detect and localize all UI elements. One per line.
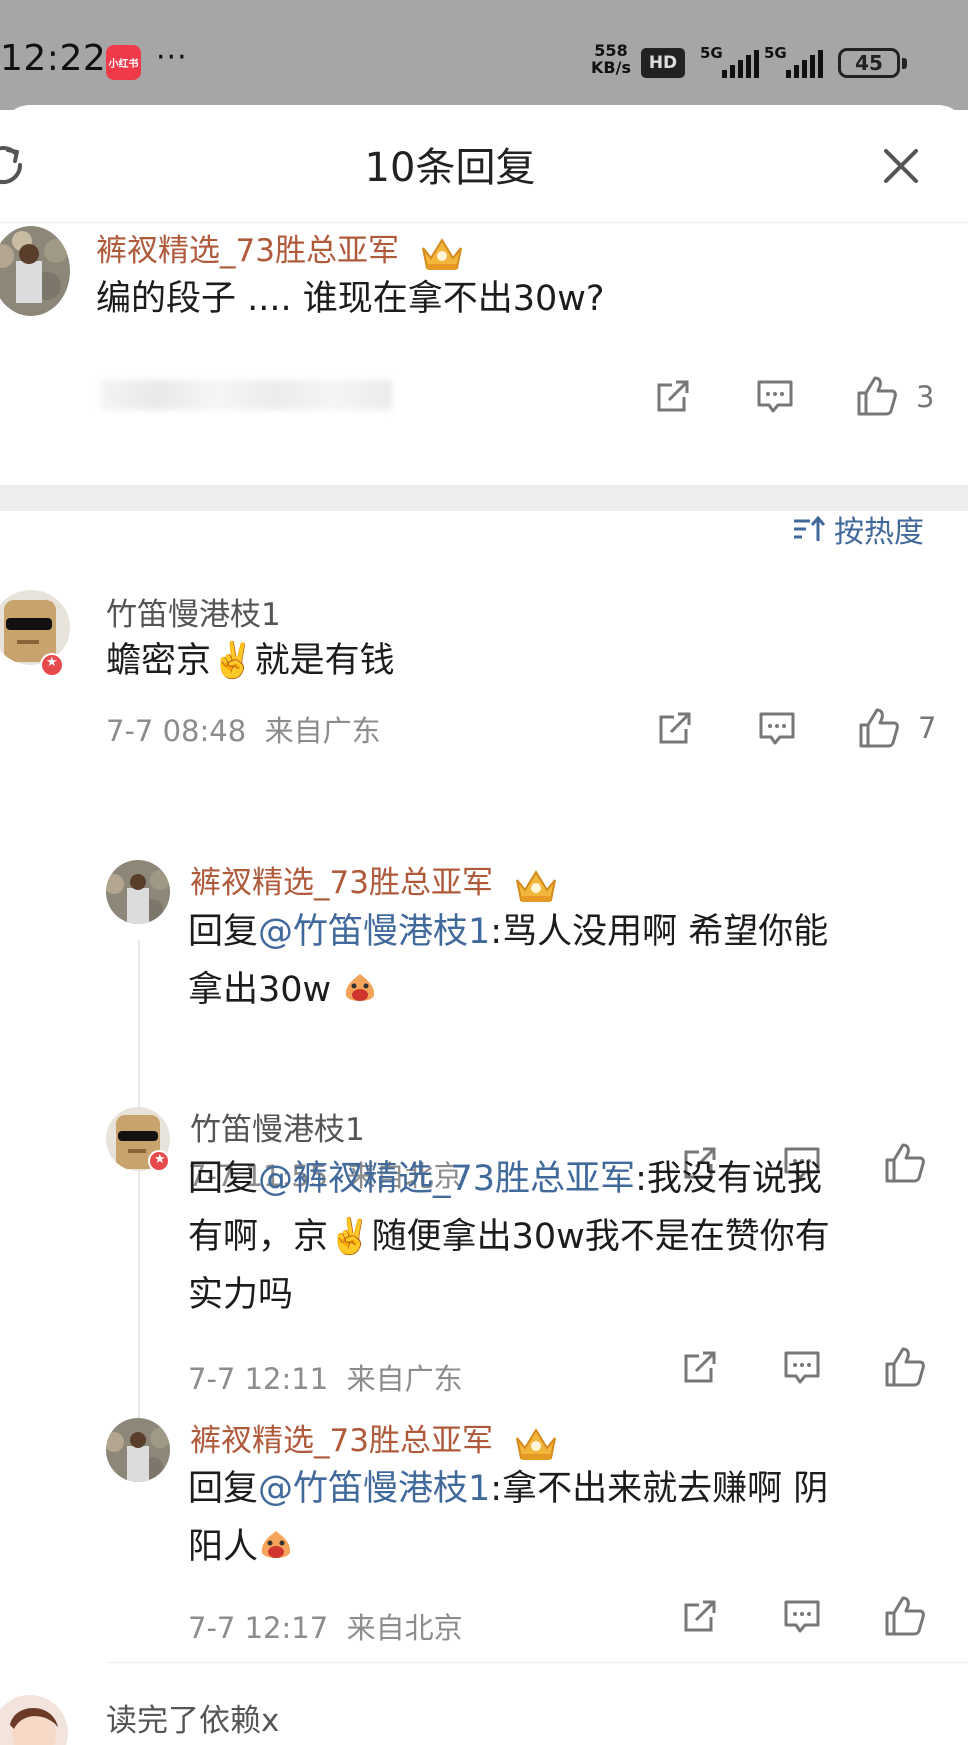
divider xyxy=(106,1662,968,1663)
like-icon[interactable] xyxy=(858,707,900,749)
blurred-text xyxy=(100,380,392,410)
reply-author[interactable]: 裤衩精选_73胜总亚军 xyxy=(190,857,559,904)
comment-icon[interactable] xyxy=(756,379,794,415)
hd-icon: HD xyxy=(641,48,685,78)
mention-link[interactable]: @裤衩精选_73胜总亚军 xyxy=(258,1159,635,1199)
comment-meta: 7-7 08:48 来自广东 xyxy=(106,708,381,750)
crown-badge-icon xyxy=(515,1427,556,1460)
emoji-icon xyxy=(342,967,378,1003)
comment-time: 7-7 08:48 xyxy=(106,714,247,748)
like-count: 3 xyxy=(916,380,935,414)
reply-text: 回复@竹笛慢港枝1:骂人没用啊 希望你能 拿出30w xyxy=(188,912,829,1010)
share-icon[interactable] xyxy=(681,1597,719,1635)
like-icon[interactable] xyxy=(884,1595,926,1637)
mention-link[interactable]: @竹笛慢港枝1 xyxy=(258,912,490,952)
comment-icon[interactable] xyxy=(783,1350,821,1386)
reply-meta: 7-7 12:17 来自北京 xyxy=(188,1611,463,1645)
comment-text: 蟾密京✌️就是有钱 xyxy=(106,641,395,681)
comment-icon[interactable] xyxy=(758,711,796,747)
comment-location: 来自广东 xyxy=(264,714,381,748)
reply-author[interactable]: 竹笛慢港枝1 xyxy=(190,1104,365,1149)
mention-link[interactable]: @竹笛慢港枝1 xyxy=(258,1469,490,1509)
comment-icon[interactable] xyxy=(783,1599,821,1635)
app-notification-icon: 小红书 xyxy=(106,45,141,80)
reply-author[interactable]: 裤衩精选_73胜总亚军 xyxy=(190,1415,559,1462)
avatar[interactable] xyxy=(0,1695,68,1745)
reply-text: 回复@裤衩精选_73胜总亚军:我没有说我 有啊，京✌️随便拿出30w我不是在赞你… xyxy=(188,1159,830,1315)
status-bar: 12:22 小红书 ··· 558 KB/s HD 5G 5G 45 xyxy=(0,0,968,110)
speed-value: 558 xyxy=(594,41,628,60)
avatar[interactable] xyxy=(0,590,70,665)
sort-button[interactable]: 按热度 xyxy=(792,507,924,551)
crown-badge-icon xyxy=(515,869,556,902)
emoji-icon xyxy=(258,1524,294,1560)
network-speed: 558 KB/s xyxy=(586,42,636,76)
speed-unit: KB/s xyxy=(591,58,631,77)
sheet-header: 10条回复 xyxy=(0,105,968,223)
reply-meta: 7-7 12:11 来自广东 xyxy=(188,1362,463,1396)
share-icon[interactable] xyxy=(681,1348,719,1386)
more-notifications-icon: ··· xyxy=(156,40,188,75)
avatar[interactable] xyxy=(106,1418,170,1482)
thread-line xyxy=(138,940,140,1460)
reply-text: 回复@竹笛慢港枝1:拿不出来就去赚啊 阴 阳人 xyxy=(188,1469,829,1567)
like-count: 7 xyxy=(918,711,937,745)
verified-badge-icon xyxy=(40,653,64,677)
avatar[interactable] xyxy=(0,226,70,316)
crown-badge-icon xyxy=(421,237,462,270)
sheet-title: 10条回复 xyxy=(364,145,536,191)
verified-badge-icon xyxy=(148,1150,170,1172)
comment-author[interactable]: 读完了依赖x xyxy=(106,1695,279,1740)
battery-icon: 45 xyxy=(838,48,907,78)
like-icon[interactable] xyxy=(884,1346,926,1388)
sort-label: 按热度 xyxy=(834,515,924,550)
share-icon[interactable] xyxy=(654,377,692,415)
avatar[interactable] xyxy=(106,860,170,924)
comment-author[interactable]: 竹笛慢港枝1 xyxy=(106,589,281,634)
share-icon[interactable] xyxy=(656,709,694,747)
root-comment-text: 编的段子 .... 谁现在拿不出30w? xyxy=(96,279,605,319)
sort-icon xyxy=(794,515,826,541)
close-icon[interactable] xyxy=(882,147,920,185)
status-time: 12:22 xyxy=(0,38,107,79)
replies-sheet: 10条回复 裤衩精选_73胜总亚军 编的段子 .... 谁现在拿不出30w? 3… xyxy=(0,105,968,1745)
like-icon[interactable] xyxy=(856,375,898,417)
root-author[interactable]: 裤衩精选_73胜总亚军 xyxy=(96,225,465,272)
